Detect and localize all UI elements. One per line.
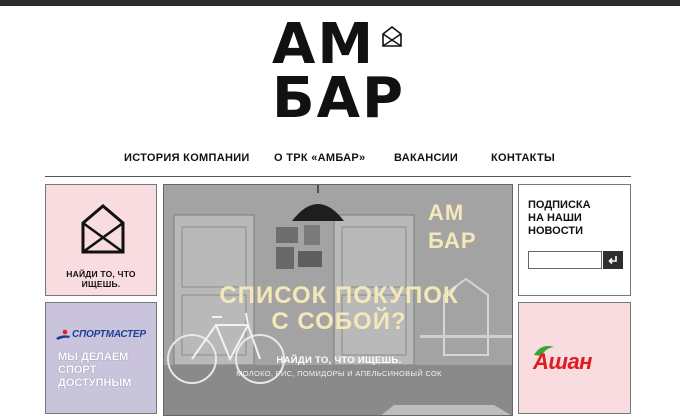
- hero-logo-line1: АМ: [428, 200, 465, 225]
- tile-sportmaster-banner[interactable]: СПОРТМАСТЕР МЫ ДЕЛАЕМ СПОРТ ДОСТУПНЫМ: [45, 302, 157, 414]
- hero-title: СПИСОК ПОКУПОК С СОБОЙ?: [164, 282, 512, 335]
- hero-subtitle: НАЙДИ ТО, ЧТО ИЩЕШЬ.: [276, 355, 402, 366]
- hero-title-line1: СПИСОК ПОКУПОК: [219, 282, 459, 309]
- sport-slogan-line2: СПОРТ: [58, 364, 97, 376]
- sportmaster-slogan: МЫ ДЕЛАЕМ СПОРТ ДОСТУПНЫМ: [58, 351, 131, 390]
- tile-newsletter-subscribe: ПОДПИСКА НА НАШИ НОВОСТИ: [518, 184, 631, 296]
- hero-banner[interactable]: АМ БАР СПИСОК ПОКУПОК С СОБОЙ? НАЙДИ ТО,…: [163, 184, 513, 416]
- sport-slogan-line3: ДОСТУПНЫМ: [58, 377, 132, 389]
- subscribe-title-line1: ПОДПИСКА: [528, 199, 591, 211]
- tile-auchan-banner[interactable]: Ашан: [518, 302, 631, 414]
- tile-search-caption: НАЙДИ ТО, ЧТО ИЩЕШЬ.: [66, 269, 136, 289]
- main-nav: ИСТОРИЯ КОМПАНИИ О ТРК «АМБАР» ВАКАНСИИ …: [45, 150, 631, 177]
- tile-find-what-you-need[interactable]: НАЙДИ ТО, ЧТО ИЩЕШЬ.: [45, 184, 157, 296]
- sportmaster-brand: СПОРТМАСТЕР: [72, 329, 146, 340]
- hero-subline: МОЛОКО, РИС, ПОМИДОРЫ И АПЕЛЬСИНОВЫЙ СОК: [236, 369, 442, 378]
- nav-item-vacancies[interactable]: ВАКАНСИИ: [394, 152, 458, 164]
- subscribe-title-line2: НА НАШИ: [528, 212, 582, 224]
- top-bar: [0, 0, 680, 6]
- nav-item-contacts[interactable]: КОНТАКТЫ: [491, 152, 555, 164]
- sportmaster-logo: СПОРТМАСТЕР: [54, 329, 150, 343]
- hero-logo-line2: БАР: [428, 228, 477, 253]
- envelope-icon: [382, 25, 402, 47]
- envelope-house-icon: [81, 204, 125, 254]
- site-logo[interactable]: АМ БАР: [272, 12, 408, 131]
- nav-item-about[interactable]: О ТРК «АМБАР»: [274, 152, 365, 164]
- enter-arrow-icon: [608, 256, 617, 265]
- hero-amb-logo: АМ БАР: [428, 199, 477, 255]
- logo-text-line1: АМ: [272, 12, 376, 77]
- nav-item-history[interactable]: ИСТОРИЯ КОМПАНИИ: [124, 152, 250, 164]
- auchan-brand: Ашан: [533, 349, 592, 374]
- subscribe-email-input[interactable]: [528, 251, 602, 269]
- logo-text-line2: БАР: [272, 66, 406, 131]
- auchan-logo: Ашан: [527, 343, 625, 379]
- sportmaster-runner-icon: [56, 329, 70, 340]
- subscribe-submit-button[interactable]: [603, 251, 623, 269]
- subscribe-title: ПОДПИСКА НА НАШИ НОВОСТИ: [528, 199, 591, 238]
- subscribe-title-line3: НОВОСТИ: [528, 225, 584, 237]
- sport-slogan-line1: МЫ ДЕЛАЕМ: [58, 351, 129, 363]
- hero-title-line2: С СОБОЙ?: [271, 308, 407, 335]
